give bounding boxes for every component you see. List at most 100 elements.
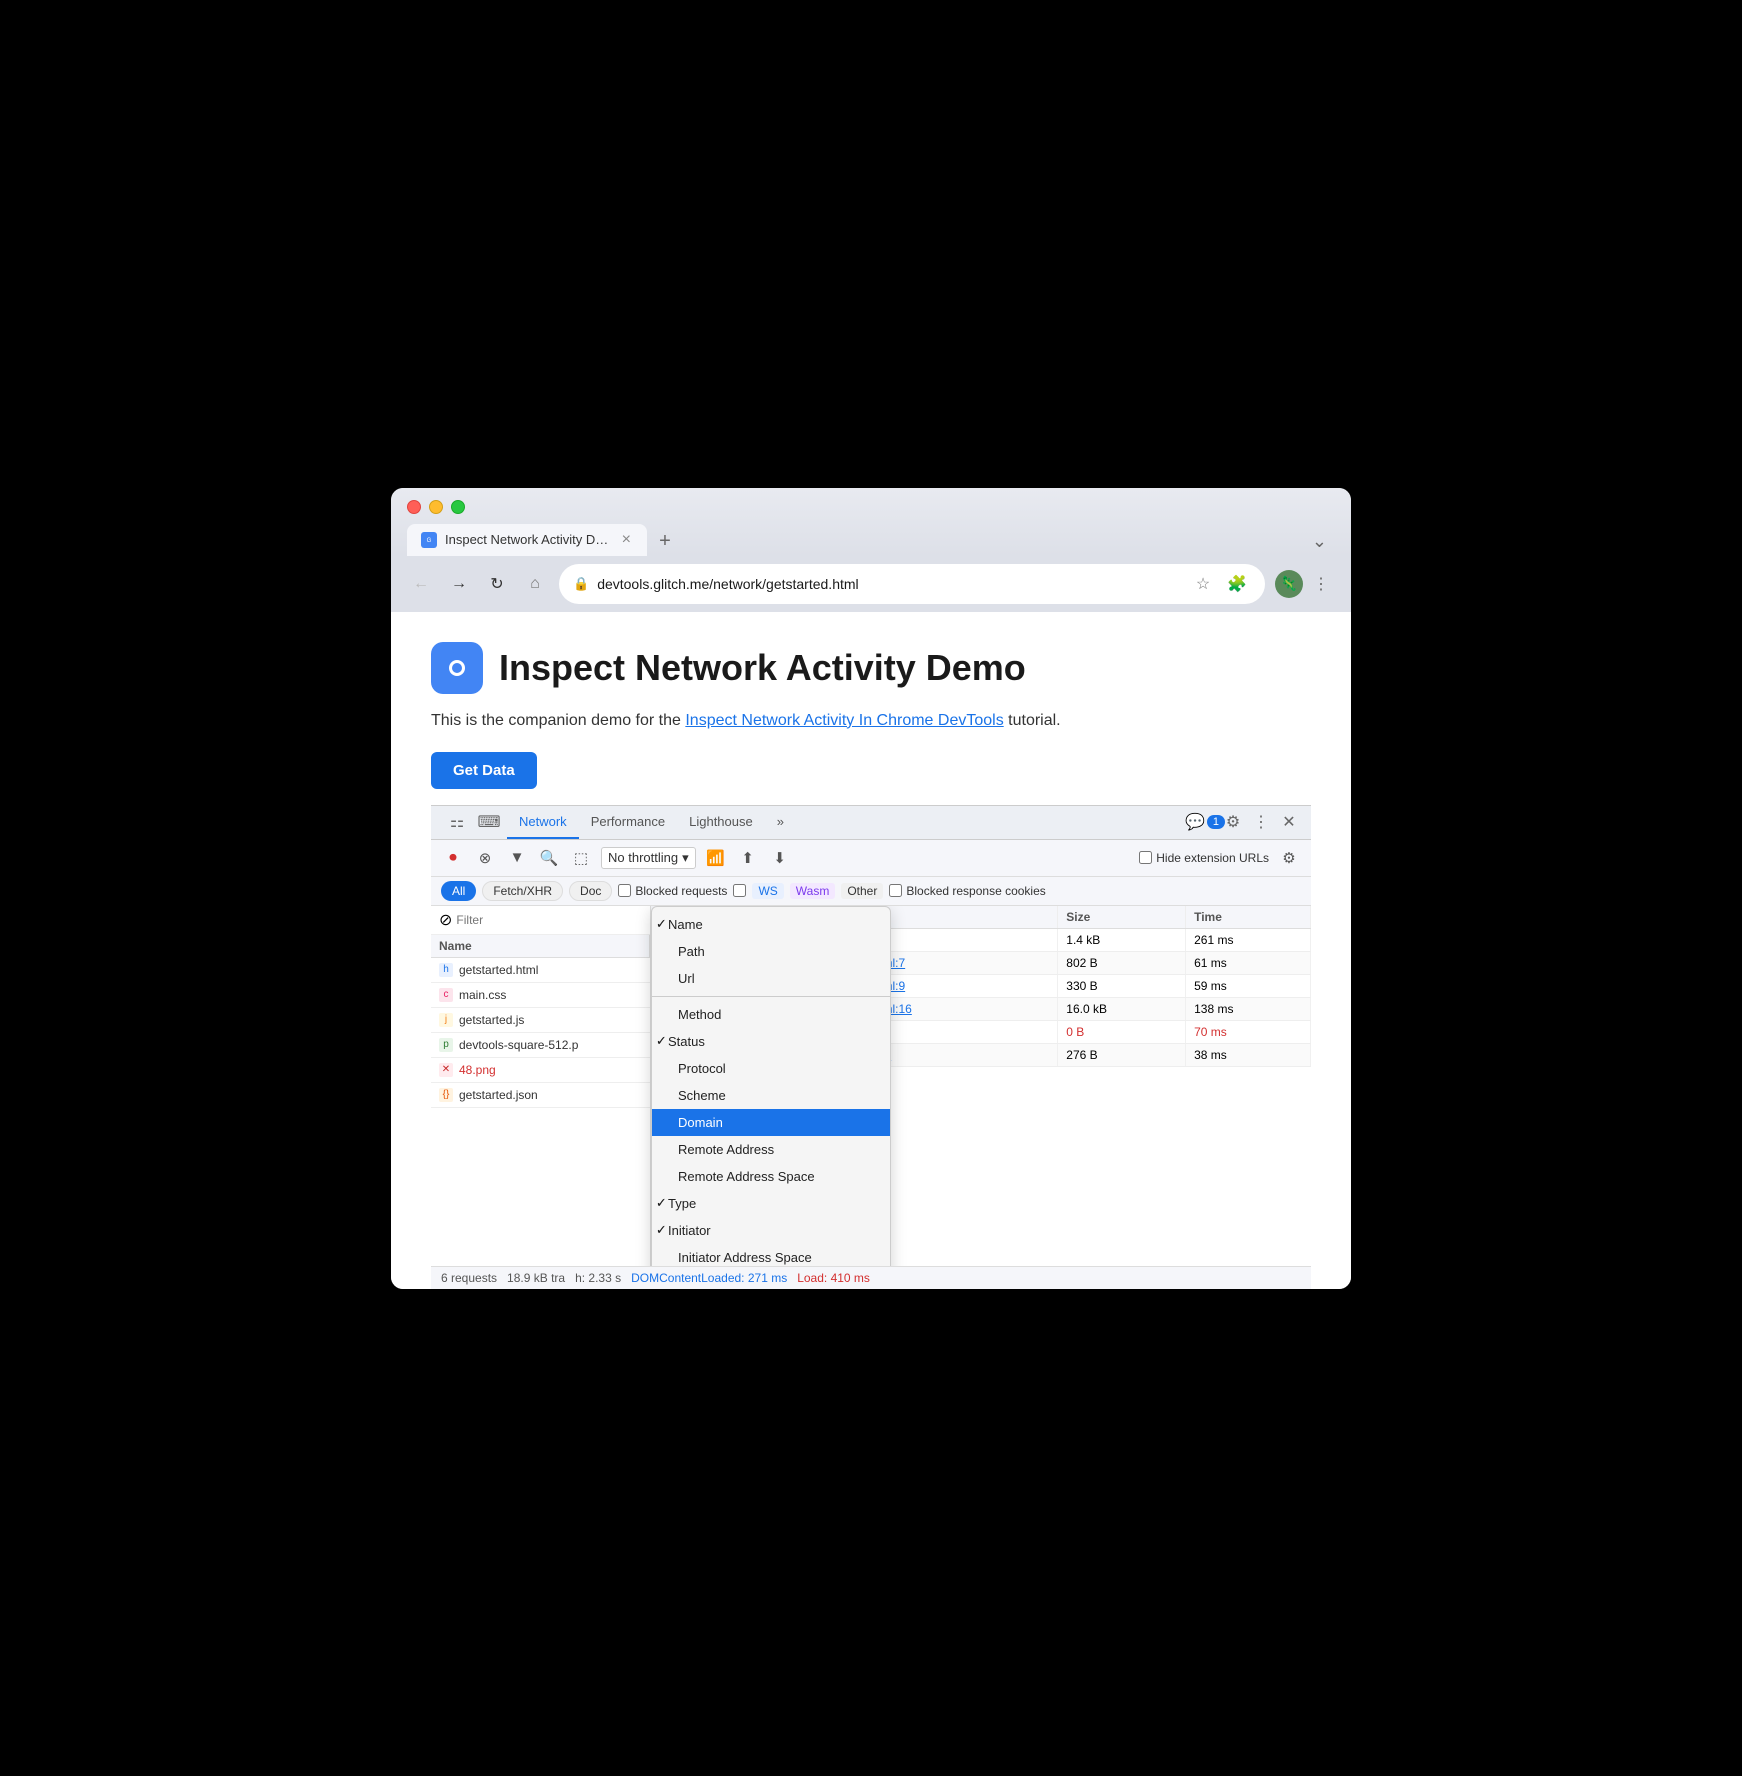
js-icon: j — [439, 1013, 453, 1027]
list-item[interactable]: {} getstarted.json — [431, 1083, 650, 1108]
home-button[interactable]: ⌂ — [521, 570, 549, 598]
filter-fetch-xhr[interactable]: Fetch/XHR — [482, 881, 563, 901]
star-button[interactable]: ☆ — [1189, 570, 1217, 598]
name-column-header: Name — [431, 935, 650, 957]
tab-title: Inspect Network Activity Dem — [445, 532, 612, 547]
menu-item-type[interactable]: ✓ Type — [652, 1190, 890, 1217]
status-bar: 6 requests 18.9 kB tra h: 2.33 s DOMCont… — [431, 1266, 1311, 1289]
blocked-requests-checkbox[interactable] — [618, 884, 631, 897]
filter-wasm[interactable]: Wasm — [790, 883, 836, 899]
export-button[interactable]: ⬇ — [768, 846, 792, 870]
menu-item-domain[interactable]: Domain — [652, 1109, 890, 1136]
new-tab-button[interactable]: + — [651, 528, 679, 556]
devtools-tab-icons: ⚏ ⌨ — [439, 808, 507, 836]
menu-item-remote-address[interactable]: Remote Address — [652, 1136, 890, 1163]
record-button[interactable]: ⏺ — [441, 846, 465, 870]
tutorial-link[interactable]: Inspect Network Activity In Chrome DevTo… — [685, 712, 1003, 729]
menu-item-url[interactable]: Url — [652, 965, 890, 992]
devtools-close-button[interactable]: ✕ — [1275, 808, 1303, 836]
network-settings-button[interactable]: ⚙ — [1277, 846, 1301, 870]
list-item[interactable]: h getstarted.html — [431, 958, 650, 983]
load-time: Load: 410 ms — [797, 1271, 870, 1285]
list-item[interactable]: c main.css — [431, 983, 650, 1008]
png-icon: p — [439, 1038, 453, 1052]
capture-screenshots-button[interactable]: ⬚ — [569, 846, 593, 870]
column-header-row: Name — [431, 935, 650, 958]
import-button[interactable]: ⬆ — [736, 846, 760, 870]
clear-button[interactable]: ⊗ — [473, 846, 497, 870]
tab-performance[interactable]: Performance — [579, 806, 677, 839]
tab-more[interactable]: » — [765, 806, 796, 839]
demo-subtitle: This is the companion demo for the Inspe… — [431, 712, 1311, 730]
address-text: devtools.glitch.me/network/getstarted.ht… — [597, 576, 1181, 592]
menu-item-name[interactable]: ✓ Name — [652, 911, 890, 938]
active-tab[interactable]: G Inspect Network Activity Dem × — [407, 524, 647, 556]
tab-lighthouse[interactable]: Lighthouse — [677, 806, 765, 839]
security-icon: 🔒 — [573, 576, 589, 592]
elements-icon[interactable]: ⚏ — [443, 808, 471, 836]
filter-other[interactable]: Other — [841, 883, 883, 899]
filter-ws[interactable]: WS — [752, 883, 783, 899]
demo-header: Inspect Network Activity Demo — [431, 642, 1311, 694]
svg-text:G: G — [427, 538, 432, 544]
network-toolbar: ⏺ ⊗ ▼ 🔍 ⬚ No throttling ▾ 📶 ⬆ ⬇ Hide ext… — [431, 840, 1311, 877]
console-icon[interactable]: ⌨ — [475, 808, 503, 836]
close-button[interactable] — [407, 500, 421, 514]
time-column-header[interactable]: Time — [1186, 906, 1311, 929]
list-item[interactable]: ✕ 48.png — [431, 1058, 650, 1083]
list-item[interactable]: j getstarted.js — [431, 1008, 650, 1033]
finish-time: h: 2.33 s — [575, 1271, 621, 1285]
extension-avatar[interactable]: 🦎 — [1275, 570, 1303, 598]
chrome-menu-button[interactable]: ⋮ — [1307, 570, 1335, 598]
console-messages-button[interactable]: 💬 1 — [1191, 808, 1219, 836]
chevron-down-icon: ▾ — [682, 850, 689, 866]
filter-button[interactable]: ▼ — [505, 846, 529, 870]
browser-window: G Inspect Network Activity Dem × + ⌄ ← →… — [391, 488, 1351, 1289]
devtools-more-button[interactable]: ⋮ — [1247, 808, 1275, 836]
get-data-button[interactable]: Get Data — [431, 752, 537, 789]
search-button[interactable]: 🔍 — [537, 846, 561, 870]
devtools-settings-button[interactable]: ⚙ — [1219, 808, 1247, 836]
throttle-dropdown[interactable]: No throttling ▾ — [601, 847, 696, 869]
title-bar: G Inspect Network Activity Dem × + ⌄ — [391, 488, 1351, 556]
devtools-tabs: ⚏ ⌨ Network Performance Lighthouse » 💬 1… — [431, 806, 1311, 840]
json-icon: {} — [439, 1088, 453, 1102]
extensions-button[interactable]: 🧩 — [1223, 570, 1251, 598]
address-input[interactable]: 🔒 devtools.glitch.me/network/getstarted.… — [559, 564, 1265, 604]
css-icon: c — [439, 988, 453, 1002]
menu-item-path[interactable]: Path — [652, 938, 890, 965]
list-item[interactable]: p devtools-square-512.p — [431, 1033, 650, 1058]
refresh-button[interactable]: ↻ — [483, 570, 511, 598]
menu-item-remote-address-space[interactable]: Remote Address Space — [652, 1163, 890, 1190]
minimize-button[interactable] — [429, 500, 443, 514]
blocked-requests-label: Blocked requests — [618, 884, 727, 898]
filter-all[interactable]: All — [441, 881, 476, 901]
maximize-button[interactable] — [451, 500, 465, 514]
menu-item-initiator-address-space[interactable]: Initiator Address Space — [652, 1244, 890, 1266]
invert-checkbox-label — [733, 884, 746, 897]
invert-checkbox[interactable] — [733, 884, 746, 897]
transferred-size: 18.9 kB tra — [507, 1271, 565, 1285]
hide-ext-checkbox[interactable] — [1139, 851, 1152, 864]
menu-item-scheme[interactable]: Scheme — [652, 1082, 890, 1109]
menu-separator — [652, 996, 890, 997]
wifi-icon[interactable]: 📶 — [704, 846, 728, 870]
filter-doc[interactable]: Doc — [569, 881, 612, 901]
tab-overflow-button[interactable]: ⌄ — [1304, 527, 1335, 556]
hide-ext-label: Hide extension URLs — [1139, 851, 1269, 865]
menu-item-status[interactable]: ✓ Status — [652, 1028, 890, 1055]
block-resp-cookies-checkbox[interactable] — [889, 884, 902, 897]
forward-button[interactable]: → — [445, 570, 473, 598]
demo-logo — [431, 642, 483, 694]
tab-favicon: G — [421, 532, 437, 548]
devtools-panel: ⚏ ⌨ Network Performance Lighthouse » 💬 1… — [431, 805, 1311, 1289]
menu-item-protocol[interactable]: Protocol — [652, 1055, 890, 1082]
filter-input[interactable] — [456, 913, 642, 927]
size-column-header[interactable]: Size — [1058, 906, 1186, 929]
menu-item-initiator[interactable]: ✓ Initiator — [652, 1217, 890, 1244]
menu-item-method[interactable]: Method — [652, 1001, 890, 1028]
back-button[interactable]: ← — [407, 570, 435, 598]
tab-bar: G Inspect Network Activity Dem × + ⌄ — [407, 524, 1335, 556]
tab-network[interactable]: Network — [507, 806, 579, 839]
tab-close-button[interactable]: × — [620, 532, 633, 548]
